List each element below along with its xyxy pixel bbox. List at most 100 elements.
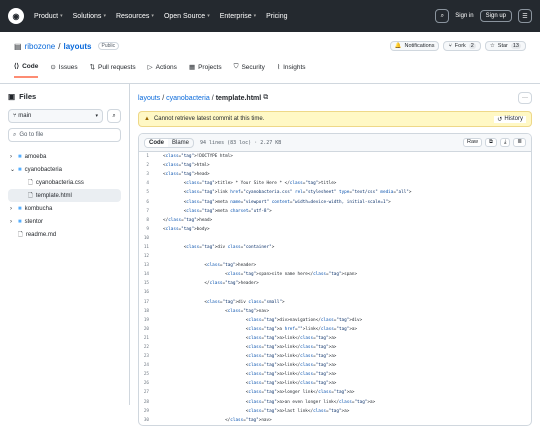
code-line: 16 (139, 288, 531, 297)
line-number[interactable]: 11 (139, 245, 163, 250)
line-number[interactable]: 1 (139, 154, 163, 159)
file-tree-item[interactable]: 🗋 cyanobacteria.css (8, 176, 121, 189)
line-number[interactable]: 7 (139, 209, 163, 214)
line-number[interactable]: 21 (139, 336, 163, 341)
history-button[interactable]: ↺ History (494, 115, 526, 123)
more-options-button[interactable]: ··· (518, 92, 532, 104)
tab-insights[interactable]: ⌇ Insights (277, 62, 306, 78)
search-icon: ⌕ (13, 131, 17, 138)
nav-item[interactable]: Resources ▾ (116, 13, 154, 20)
code-text: </class="tag">head> (163, 217, 213, 223)
star-button[interactable]: ☆ Star 13 (484, 41, 526, 51)
line-number[interactable]: 4 (139, 181, 163, 186)
nav-item[interactable]: Solutions ▾ (73, 13, 106, 20)
line-number[interactable]: 10 (139, 236, 163, 241)
line-number[interactable]: 24 (139, 363, 163, 368)
line-number[interactable]: 26 (139, 381, 163, 386)
sign-up-button[interactable]: Sign up (479, 10, 512, 22)
search-files-button[interactable]: ⌕ (107, 109, 121, 123)
line-number[interactable]: 9 (139, 227, 163, 232)
code-tab[interactable]: Code (145, 138, 168, 147)
file-tree-item[interactable]: 🗋 readme.md (8, 228, 121, 241)
sidebar-toggle-icon[interactable]: ▣ (8, 92, 15, 101)
file-icon: 🗋 (28, 179, 33, 186)
line-number[interactable]: 22 (139, 345, 163, 350)
line-number[interactable]: 3 (139, 172, 163, 177)
download-icon[interactable]: ⤓ (499, 138, 511, 147)
raw-button[interactable]: Raw (463, 138, 483, 147)
line-number[interactable]: 17 (139, 300, 163, 305)
code-line: 3 <class="tag">head> (139, 170, 531, 179)
warning-banner: ▲ Cannot retrieve latest commit at this … (138, 111, 532, 127)
symbols-icon[interactable]: ≣ (513, 138, 526, 147)
line-number[interactable]: 2 (139, 163, 163, 168)
code-line: 11 <class="tag">div class="container"> (139, 243, 531, 252)
tab-security[interactable]: ⛉ Security (234, 62, 265, 78)
code-line: 15 </class="tag">header> (139, 279, 531, 288)
visibility-badge: Public (97, 42, 120, 50)
code-line: 12 (139, 252, 531, 261)
tab-actions[interactable]: ▷ Actions (148, 62, 177, 78)
line-number[interactable]: 5 (139, 190, 163, 195)
nav-item[interactable]: Open Source ▾ (164, 13, 210, 20)
breadcrumb-folder[interactable]: cyanobacteria (166, 95, 210, 102)
code-line: 6 <class="tag">meta name="viewport" cont… (139, 197, 531, 206)
file-tree-item[interactable]: › ■ kombucha (8, 202, 121, 215)
code-text: <class="tag">meta charset="utf-8"> (163, 208, 272, 214)
line-number[interactable]: 12 (139, 254, 163, 259)
tab-code[interactable]: ⟨⟩ Code (14, 62, 39, 78)
file-tree-item[interactable]: › ■ stentor (8, 215, 121, 228)
code-line: 23 <class="tag">a>link</class="tag">a> (139, 352, 531, 361)
fork-button[interactable]: ⑂ Fork 2 (443, 41, 481, 51)
nav-item[interactable]: Pricing (266, 13, 287, 20)
code-text: <class="tag">a href="">link</class="tag"… (163, 326, 358, 332)
github-logo-icon[interactable]: ◉ (8, 8, 24, 24)
nav-item-label: Open Source (163, 12, 206, 20)
line-number[interactable]: 8 (139, 218, 163, 223)
menu-icon[interactable]: ☰ (518, 9, 532, 23)
line-number[interactable]: 27 (139, 390, 163, 395)
line-number[interactable]: 15 (139, 281, 163, 286)
nav-item[interactable]: Enterprise ▾ (220, 13, 256, 20)
code-text: <class="tag">head> (163, 172, 210, 178)
star-icon: ☆ (489, 43, 495, 49)
line-number[interactable]: 25 (139, 372, 163, 377)
line-number[interactable]: 19 (139, 318, 163, 323)
tab-issues[interactable]: ⊙ Issues (50, 62, 77, 78)
sign-in-link[interactable]: Sign in (455, 13, 473, 19)
line-number[interactable]: 23 (139, 354, 163, 359)
folder-icon: ■ (18, 218, 22, 225)
tab-label: Actions (155, 63, 177, 71)
line-number[interactable]: 30 (139, 418, 163, 423)
nav-item[interactable]: Product ▾ (34, 13, 63, 20)
nav-item-label: Resources (115, 12, 150, 20)
repo-name-link[interactable]: layouts (63, 42, 91, 51)
blame-tab[interactable]: Blame (168, 139, 193, 147)
breadcrumb: layouts / cyanobacteria / template.html ⧉ … (138, 90, 532, 106)
repo-owner-link[interactable]: ribozone (25, 42, 56, 51)
line-number[interactable]: 13 (139, 263, 163, 268)
go-to-file-input[interactable]: ⌕ Go to file (8, 128, 121, 142)
notifications-button[interactable]: 🔔 Notifications (389, 41, 440, 51)
branch-selector[interactable]: ⑂ main ▾ (8, 109, 103, 123)
tab-pull-requests[interactable]: ⇅ Pull requests (90, 62, 136, 78)
line-number[interactable]: 29 (139, 409, 163, 414)
line-number[interactable]: 16 (139, 290, 163, 295)
line-number[interactable]: 18 (139, 309, 163, 314)
line-number[interactable]: 28 (139, 400, 163, 405)
copy-path-icon[interactable]: ⧉ (263, 94, 268, 102)
file-tree-item[interactable]: ⌄ ■ cyanobacteria (8, 163, 121, 176)
file-icon: 🗋 (28, 192, 33, 199)
code-text: <class="tag">a>link</class="tag">a> (163, 354, 337, 360)
line-number[interactable]: 20 (139, 327, 163, 332)
line-number[interactable]: 14 (139, 272, 163, 277)
copy-icon[interactable]: ⧉ (485, 138, 497, 147)
tab-projects[interactable]: ▦ Projects (189, 62, 222, 78)
code-text: <class="tag">a>link</class="tag">a> (163, 381, 337, 387)
tab-icon: ⊙ (50, 64, 56, 71)
breadcrumb-repo[interactable]: layouts (138, 95, 160, 102)
file-tree-item[interactable]: › ■ amoeba (8, 150, 121, 163)
file-tree-item[interactable]: 🗋 template.html (8, 189, 121, 202)
line-number[interactable]: 6 (139, 200, 163, 205)
search-icon[interactable]: ⌕ (435, 9, 450, 23)
